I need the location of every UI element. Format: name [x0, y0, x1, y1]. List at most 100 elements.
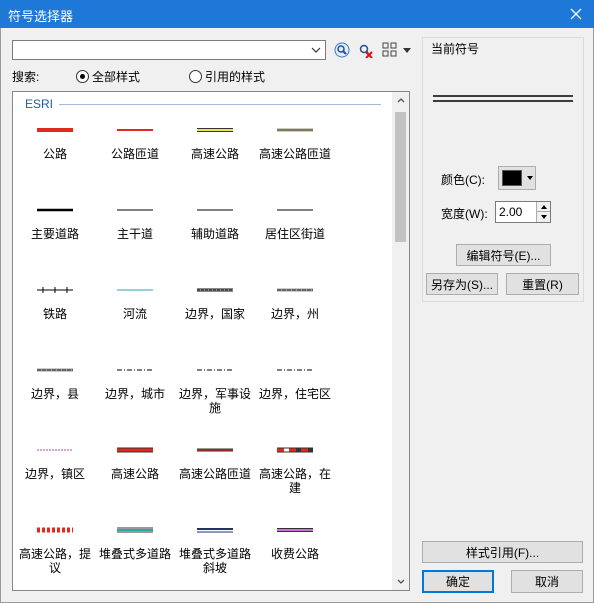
symbol-label: 河流 — [122, 307, 147, 321]
color-swatch — [502, 170, 522, 186]
symbol-swatch — [197, 369, 233, 371]
symbol-label: 边界，住宅区 — [258, 387, 331, 401]
save-as-button[interactable]: 另存为(S)... — [426, 273, 498, 295]
chevron-down-icon[interactable] — [309, 43, 323, 57]
spin-up-icon[interactable] — [536, 202, 550, 212]
symbol-item[interactable]: 高速公路，提议 — [15, 508, 95, 588]
symbol-item[interactable]: 边界，镇区 — [15, 428, 95, 508]
symbol-item[interactable]: 铁路 — [15, 268, 95, 348]
edit-symbol-button[interactable]: 编辑符号(E)... — [456, 244, 551, 266]
symbol-swatch — [197, 528, 233, 533]
view-dropdown-arrow-icon[interactable] — [401, 41, 413, 59]
symbol-item[interactable]: 高速公路匝道 — [255, 108, 335, 188]
search-label: 搜索: — [12, 70, 40, 84]
symbol-label: 辅助道路 — [190, 227, 239, 241]
symbol-label: 边界，镇区 — [24, 467, 85, 481]
dropdown-arrow-icon — [526, 174, 534, 182]
scroll-down-icon[interactable] — [392, 573, 409, 590]
symbol-label: 公路 — [42, 147, 67, 161]
symbol-item[interactable]: 边界，军事设施 — [175, 348, 255, 428]
symbol-item[interactable]: 边界，州 — [255, 268, 335, 348]
symbol-label: 高速公路 — [190, 147, 239, 161]
symbol-label: 居住区街道 — [264, 227, 325, 241]
symbol-swatch — [37, 368, 73, 372]
symbol-swatch — [277, 209, 313, 211]
symbol-label: 边界，国家 — [184, 307, 245, 321]
close-icon — [570, 8, 582, 20]
symbol-swatch — [37, 128, 73, 132]
ok-button[interactable]: 确定 — [422, 570, 494, 593]
symbol-swatch — [117, 447, 153, 453]
color-picker-button[interactable] — [498, 166, 536, 190]
search-combobox[interactable] — [12, 40, 326, 60]
width-stepper[interactable]: 2.00 — [495, 201, 551, 223]
symbol-swatch — [117, 369, 153, 371]
symbol-item[interactable]: 辅助道路 — [175, 188, 255, 268]
title-bar: 符号选择器 — [0, 0, 594, 28]
symbol-label: 收费公路 — [270, 547, 319, 561]
search-icon[interactable] — [333, 41, 351, 59]
symbol-swatch — [277, 447, 313, 453]
symbol-gallery[interactable]: ESRI 公路 公路匝道 高速公路 高速公路匝道 主要道路 主干道 辅助道路 居住区街道 铁路河… — [12, 91, 410, 591]
radio-dot[interactable] — [76, 70, 89, 83]
symbol-label: 铁路 — [42, 307, 67, 321]
symbol-swatch — [37, 208, 73, 212]
symbol-item[interactable]: 主干道 — [95, 188, 175, 268]
symbol-label: 边界，州 — [270, 307, 319, 321]
symbol-swatch — [277, 369, 313, 371]
scroll-thumb[interactable] — [395, 112, 406, 242]
symbol-item[interactable]: 收费公路 — [255, 508, 335, 588]
radio-referenced-styles[interactable]: 引用的样式 — [189, 68, 265, 85]
style-references-button[interactable]: 样式引用(F)... — [422, 541, 583, 563]
symbol-label: 堆叠式多道路 — [98, 547, 171, 561]
symbol-item[interactable]: 公路 — [15, 108, 95, 188]
symbol-swatch — [197, 448, 233, 452]
symbol-item[interactable]: 堆叠式多道路斜坡 — [175, 508, 255, 588]
symbol-swatch — [197, 288, 233, 292]
symbol-swatch — [277, 128, 313, 132]
spin-down-icon[interactable] — [536, 212, 550, 222]
radio-all-styles[interactable]: 全部样式 — [76, 68, 140, 85]
reset-button[interactable]: 重置(R) — [506, 273, 579, 295]
symbol-label: 高速公路 — [110, 467, 159, 481]
window-title: 符号选择器 — [8, 9, 74, 24]
radio-dot[interactable] — [189, 70, 202, 83]
width-label: 宽度(W): — [441, 207, 488, 221]
cancel-button[interactable]: 取消 — [511, 570, 583, 593]
symbol-label: 公路匝道 — [110, 147, 159, 161]
view-options-icon[interactable] — [381, 41, 399, 59]
symbol-item[interactable]: 高速公路 — [95, 428, 175, 508]
symbol-label: 高速公路匝道 — [178, 467, 251, 481]
symbol-item[interactable]: 边界，城市 — [95, 348, 175, 428]
scroll-up-icon[interactable] — [392, 92, 409, 109]
vertical-scrollbar[interactable] — [392, 92, 409, 590]
symbol-item[interactable]: 河流 — [95, 268, 175, 348]
symbol-swatch — [117, 527, 153, 533]
symbol-item[interactable]: 边界，县 — [15, 348, 95, 428]
dialog-body: 搜索: 全部样式 引用的样式 ESRI 公路 公路匝道 高速公路 高速公路匝道 主要道路… — [0, 28, 594, 603]
symbol-label: 边界，县 — [30, 387, 79, 401]
symbol-item[interactable]: 居住区街道 — [255, 188, 335, 268]
symbol-swatch — [197, 209, 233, 211]
symbol-swatch — [277, 528, 313, 532]
symbol-label: 堆叠式多道路斜坡 — [178, 547, 251, 575]
current-symbol-title: 当前符号 — [430, 40, 481, 57]
width-input[interactable]: 2.00 — [499, 205, 522, 219]
clear-search-icon[interactable] — [356, 41, 374, 59]
symbol-item[interactable]: 高速公路匝道 — [175, 428, 255, 508]
group-divider — [59, 104, 381, 105]
symbol-item[interactable]: 边界，国家 — [175, 268, 255, 348]
symbol-label: 主要道路 — [30, 227, 79, 241]
symbol-item[interactable]: 高速公路 — [175, 108, 255, 188]
symbol-swatch — [277, 288, 313, 292]
symbol-item[interactable]: 主要道路 — [15, 188, 95, 268]
symbol-item[interactable]: 堆叠式多道路 — [95, 508, 175, 588]
symbol-swatch — [37, 527, 73, 533]
symbol-swatch — [117, 289, 153, 291]
symbol-item[interactable]: 公路匝道 — [95, 108, 175, 188]
symbol-item[interactable]: 边界，住宅区 — [255, 348, 335, 428]
close-button[interactable] — [558, 0, 594, 28]
symbol-item[interactable]: 高速公路，在建 — [255, 428, 335, 508]
radio-label: 全部样式 — [92, 70, 141, 84]
symbol-label: 边界，城市 — [104, 387, 165, 401]
